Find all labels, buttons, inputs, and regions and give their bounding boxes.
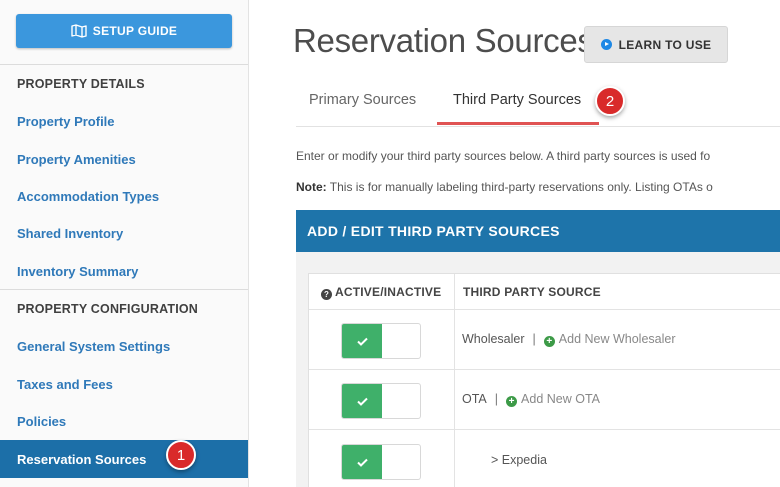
description-text: Enter or modify your third party sources… [296,149,711,163]
row-divider [309,429,780,430]
sources-table: ? ACTIVE/INACTIVE THIRD PARTY SOURCE Whol… [308,273,780,487]
add-new-ota-label: Add New OTA [521,392,600,406]
help-icon[interactable]: ? [321,289,332,300]
separator: | [532,332,536,346]
plus-circle-icon: + [543,336,555,347]
map-icon [71,24,87,38]
learn-to-use-button[interactable]: LEARN TO USE [584,26,728,63]
app-frame: SETUP GUIDE PROPERTY DETAILS Property Pr… [0,0,780,487]
divider [0,289,248,290]
active-tab-indicator [437,122,599,125]
sidebar-item-taxes-and-fees[interactable]: Taxes and Fees [17,377,113,392]
row-divider [309,309,780,310]
toggle-on-state [342,324,382,358]
add-new-wholesaler-link[interactable]: + Add New Wholesaler [543,332,676,347]
row-divider [309,369,780,370]
source-name: OTA [462,392,487,406]
separator: | [494,392,499,406]
active-toggle[interactable] [341,383,421,419]
learn-to-use-label: LEARN TO USE [618,37,712,52]
column-header-source: THIRD PARTY SOURCE [463,285,601,299]
table-row-source: OTA | + Add New OTA [462,392,600,407]
add-new-ota-link[interactable]: + Add New OTA [506,392,600,407]
toggle-on-state [342,445,382,479]
play-circle-icon [600,39,612,50]
sidebar-item-shared-inventory[interactable]: Shared Inventory [17,226,123,241]
note-text: Note: This is for manually labeling thir… [296,180,713,194]
sidebar-item-general-system-settings[interactable]: General System Settings [17,339,170,354]
check-icon [356,337,368,346]
tab-third-party-sources[interactable]: Third Party Sources [453,92,581,108]
page-title: Reservation Sources [293,22,594,59]
table-row-source: > Expedia [491,453,547,467]
active-toggle[interactable] [341,444,421,480]
sidebar-item-policies[interactable]: Policies [17,414,66,429]
column-divider [454,274,455,487]
column-header-active-label: ACTIVE/INACTIVE [335,285,442,299]
toggle-on-state [342,384,382,418]
step-badge-1: 1 [166,440,196,470]
sidebar-item-reservation-sources[interactable]: Reservation Sources [0,440,248,478]
active-toggle[interactable] [341,323,421,359]
tab-primary-sources[interactable]: Primary Sources [309,92,416,108]
note-label: Note: [296,180,327,194]
sidebar-item-accommodation-types[interactable]: Accommodation Types [17,189,159,204]
plus-circle-icon: + [506,396,518,407]
divider [0,64,248,65]
setup-guide-label: SETUP GUIDE [92,24,178,38]
sidebar-item-inventory-summary[interactable]: Inventory Summary [17,264,138,279]
sidebar-item-property-profile[interactable]: Property Profile [17,114,115,129]
property-details-heading: PROPERTY DETAILS [17,77,145,91]
source-name: Wholesaler [462,332,525,346]
tabs-divider [296,126,780,127]
property-configuration-heading: PROPERTY CONFIGURATION [17,302,199,316]
add-new-wholesaler-label: Add New Wholesaler [558,332,676,346]
column-header-active: ? ACTIVE/INACTIVE [321,285,441,300]
panel-header: ADD / EDIT THIRD PARTY SOURCES [296,210,780,252]
sidebar: SETUP GUIDE PROPERTY DETAILS Property Pr… [0,0,249,487]
sidebar-item-label: Reservation Sources [17,452,147,467]
setup-guide-button[interactable]: SETUP GUIDE [16,14,232,48]
note-body: This is for manually labeling third-part… [329,180,713,194]
sidebar-item-property-amenities[interactable]: Property Amenities [17,152,136,167]
check-icon [356,458,368,467]
table-row-source: Wholesaler | + Add New Wholesaler [462,332,676,347]
check-icon [356,397,368,406]
step-badge-2: 2 [595,86,625,116]
